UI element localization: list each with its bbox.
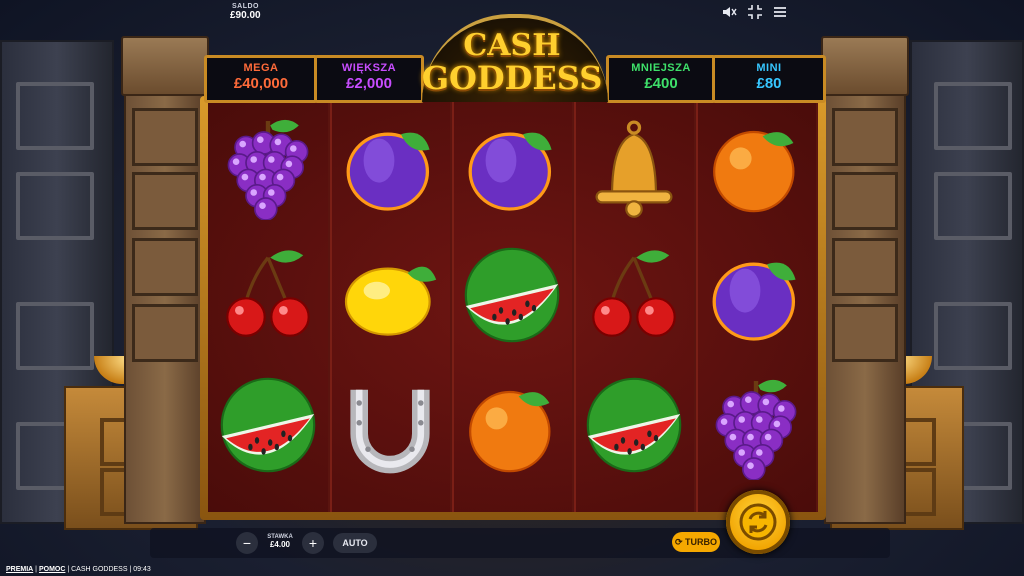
reel-divider — [574, 100, 576, 512]
jackpot-mniejsza: MNIEJSZA £400 — [606, 55, 716, 103]
cherries-symbol — [579, 240, 689, 350]
pomoc-link[interactable]: POMOC — [39, 566, 65, 573]
footer-game-name: CASH GODDESS — [71, 566, 128, 573]
orange-symbol — [457, 370, 567, 480]
jackpot-label: MNIEJSZA — [631, 62, 691, 74]
reel-divider — [452, 100, 454, 512]
turbo-label: TURBO — [685, 537, 718, 547]
sound-icon[interactable] — [721, 4, 737, 20]
turbo-button[interactable]: ⟳ TURBO — [672, 532, 720, 552]
stake-display: STAWKA £4.00 — [262, 534, 298, 552]
stake-value: £4.00 — [269, 540, 291, 549]
plum-symbol — [457, 110, 567, 220]
jackpot-value: £40,000 — [233, 75, 289, 92]
balance-label: SALDO — [232, 3, 259, 10]
jackpot-label: WIĘKSZA — [341, 62, 397, 74]
watermelon-symbol — [213, 370, 323, 480]
fullscreen-icon[interactable] — [747, 4, 763, 20]
orange-symbol — [701, 110, 811, 220]
logo-line-1: CASH — [463, 28, 561, 63]
glyph-ornament — [16, 82, 94, 150]
game-logo: CASH GODDESS — [412, 28, 612, 97]
menu-icon[interactable] — [772, 4, 788, 20]
plum-symbol — [701, 240, 811, 350]
glyph-ornament — [934, 302, 1012, 370]
horseshoe-symbol — [335, 370, 445, 480]
premia-link[interactable]: PREMIA — [6, 566, 33, 573]
footer-time: 09:43 — [133, 566, 151, 573]
glyph-ornament — [934, 172, 1012, 240]
lemon-symbol — [335, 240, 445, 350]
jackpot-label: MEGA — [243, 62, 279, 74]
plum-symbol — [335, 110, 445, 220]
footer: PREMIA | POMOC | CASH GODDESS | 09:43 — [6, 566, 151, 573]
glyph-ornament — [16, 302, 94, 370]
increase-stake-button[interactable]: + — [302, 532, 324, 554]
grapes-symbol — [213, 110, 323, 221]
watermelon-symbol — [457, 240, 567, 350]
jackpot-value: £2,000 — [346, 75, 392, 92]
column-cap-left — [121, 36, 209, 96]
jackpot-wieksza: WIĘKSZA £2,000 — [314, 55, 424, 103]
column-cap-right — [821, 36, 909, 96]
jackpot-value: £400 — [644, 75, 678, 92]
column-right — [824, 40, 906, 524]
jackpot-label: MINI — [756, 62, 782, 74]
reel-divider — [330, 100, 332, 512]
balance-value: £90.00 — [230, 10, 261, 21]
column-left — [124, 40, 206, 524]
decrease-stake-button[interactable]: − — [236, 532, 258, 554]
watermelon-symbol — [579, 370, 689, 480]
cherries-symbol — [213, 240, 323, 350]
autoplay-button[interactable]: AUTO — [333, 533, 377, 553]
glyph-ornament — [934, 82, 1012, 150]
turbo-icon: ⟳ — [674, 537, 686, 547]
glyph-ornament — [16, 172, 94, 240]
bell-symbol — [579, 110, 689, 220]
spin-button[interactable] — [726, 490, 790, 554]
reel-divider — [696, 100, 698, 512]
jackpot-mini: MINI £80 — [712, 55, 826, 103]
jackpot-mega: MEGA £40,000 — [204, 55, 318, 103]
logo-line-2: GODDESS — [421, 59, 603, 97]
jackpot-value: £80 — [756, 75, 782, 92]
spin-icon — [739, 503, 777, 541]
grapes-symbol — [701, 370, 811, 481]
